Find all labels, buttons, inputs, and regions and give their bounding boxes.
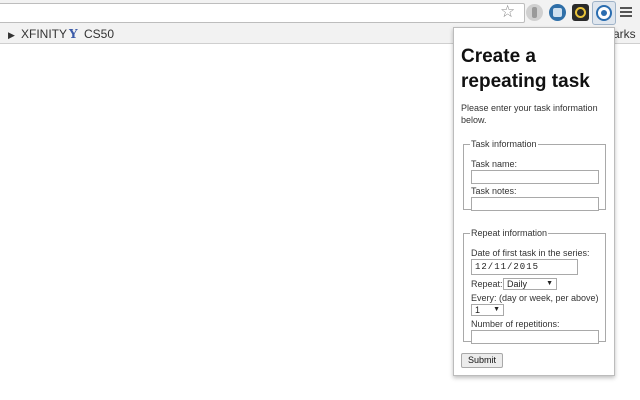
task-information-group: Task information Task name: Task notes: — [463, 139, 606, 211]
first-date-label: Date of first task in the series: — [471, 248, 590, 258]
dropdown-arrow-icon: ▼ — [546, 280, 553, 287]
every-label: Every: (day or week, per above) — [471, 293, 599, 303]
bookmark-xfinity[interactable]: XFINITY — [21, 27, 67, 41]
repetitions-label: Number of repetitions: — [471, 319, 560, 329]
intro-text: Please enter your task information below… — [461, 103, 598, 125]
task-name-input[interactable] — [471, 170, 599, 184]
extension-1-icon[interactable] — [526, 4, 543, 21]
extension-2-icon[interactable] — [549, 4, 566, 21]
address-bar[interactable] — [0, 3, 525, 23]
repeat-information-legend: Repeat information — [471, 228, 548, 238]
task-notes-input[interactable] — [471, 197, 599, 211]
repeat-select-value: Daily — [507, 279, 528, 289]
repeating-task-extension-icon[interactable] — [592, 1, 616, 25]
popup-title: Create a repeating task — [461, 46, 590, 92]
dropdown-arrow-icon: ▼ — [493, 306, 500, 313]
browser-toolbar: ☆ — [0, 0, 640, 26]
every-select-value: 1 — [475, 305, 481, 315]
other-bookmarks[interactable]: arks — [613, 27, 636, 41]
bookmark-star-icon[interactable]: ☆ — [500, 3, 515, 21]
bookmark-cs50[interactable]: CS50 — [84, 27, 114, 41]
play-icon: ▶ — [8, 30, 15, 40]
task-information-legend: Task information — [471, 139, 537, 149]
repeat-select[interactable]: Daily ▼ — [503, 278, 557, 290]
yale-icon: Y — [69, 27, 78, 41]
task-notes-label: Task notes: — [471, 186, 517, 196]
repeating-task-popup: Create a repeating task Please enter you… — [453, 27, 615, 376]
repeat-label: Repeat: — [471, 279, 503, 289]
repetitions-input[interactable] — [471, 330, 599, 344]
first-date-input[interactable]: 12/11/2015 — [471, 259, 578, 275]
extension-3-icon[interactable] — [572, 4, 589, 21]
hamburger-menu-icon[interactable] — [620, 5, 632, 19]
task-name-label: Task name: — [471, 159, 518, 169]
submit-button[interactable]: Submit — [461, 353, 503, 368]
every-select[interactable]: 1 ▼ — [471, 304, 504, 316]
repeat-information-group: Repeat information Date of first task in… — [463, 228, 606, 344]
